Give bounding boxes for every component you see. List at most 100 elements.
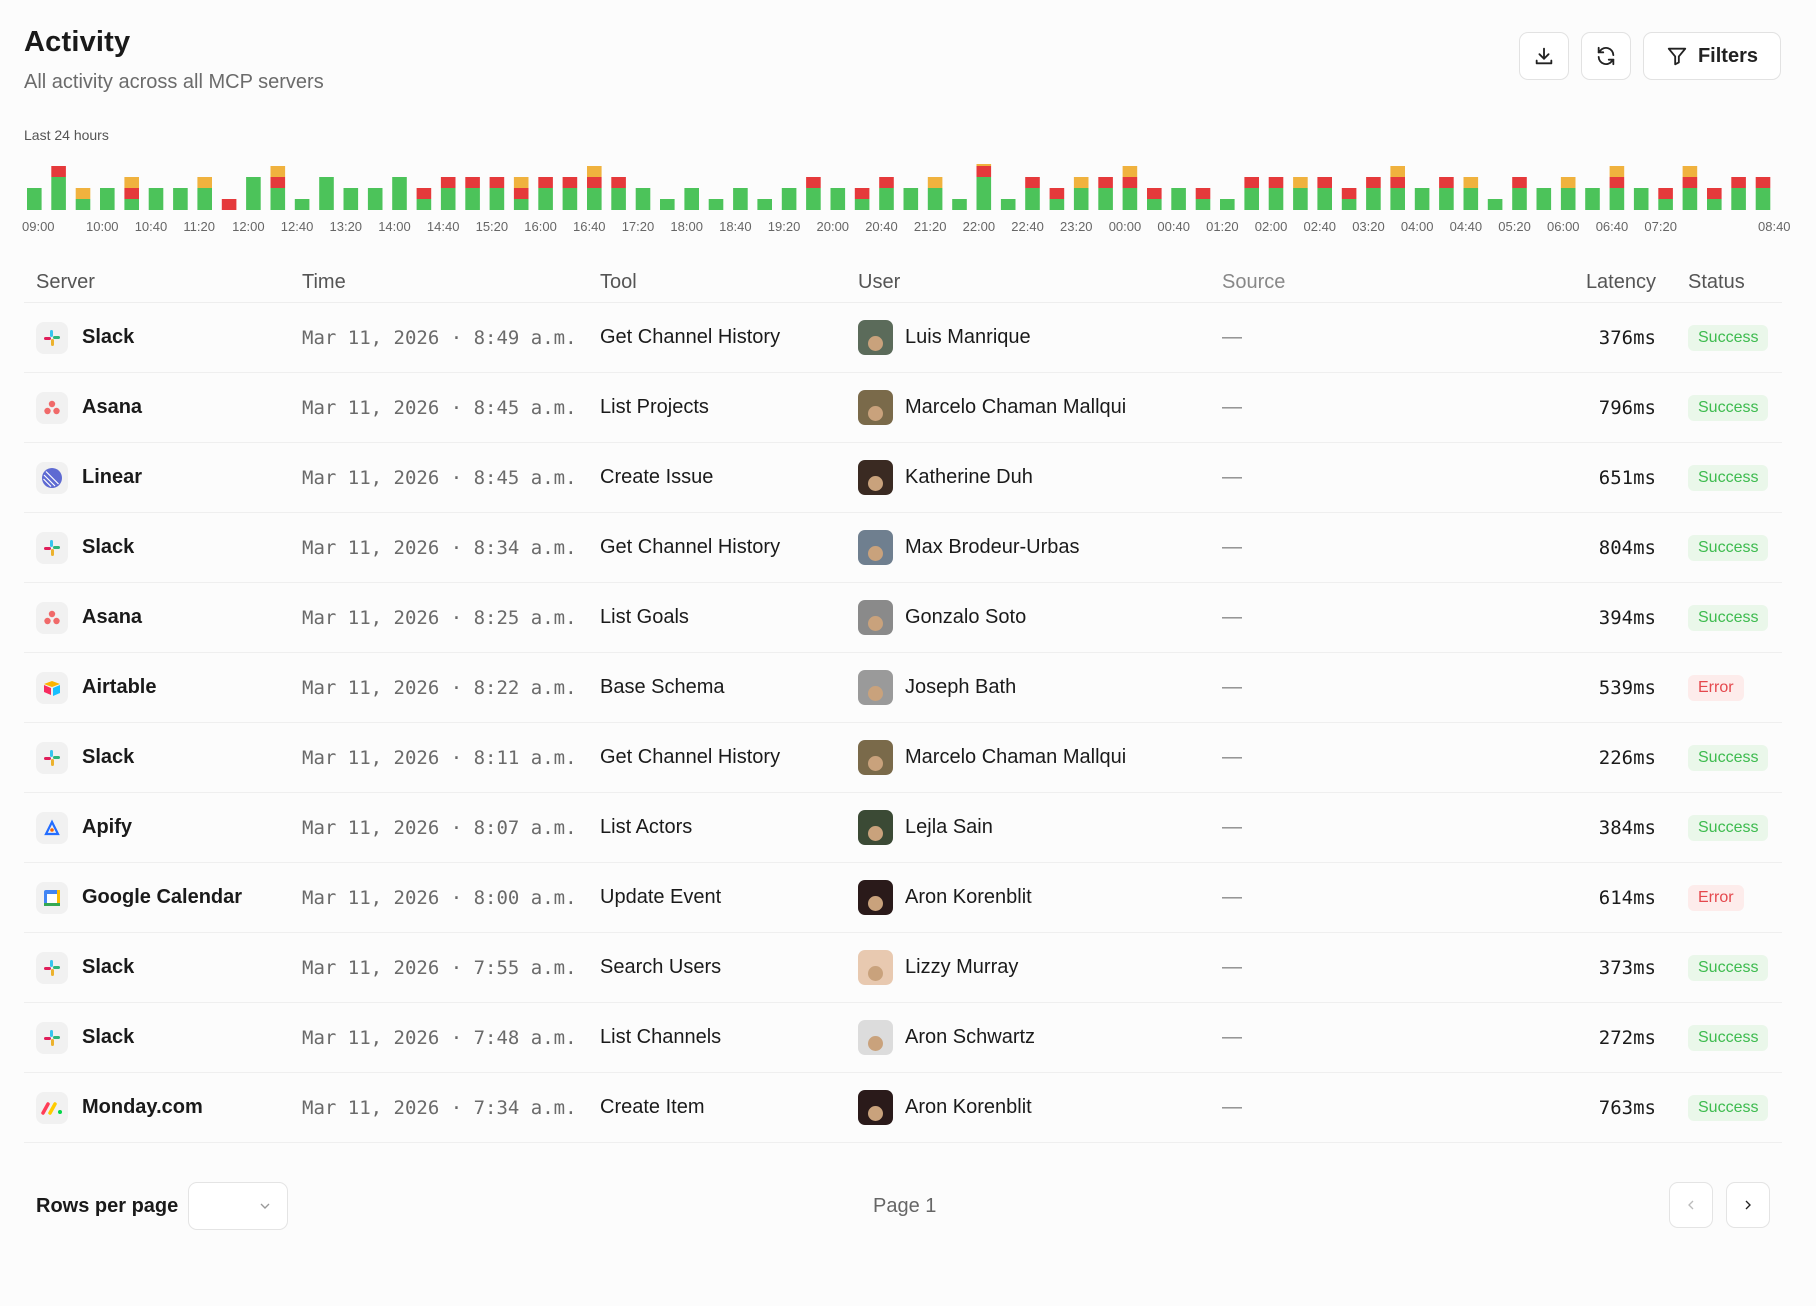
chart-bar-segment-0[interactable]	[343, 188, 359, 210]
chart-bar-segment-0[interactable]	[319, 177, 334, 210]
chart-bar-segment-0[interactable]	[1098, 188, 1113, 210]
table-row[interactable]: Google Calendar Mar 11, 2026 · 8:00 a.m.…	[24, 863, 1782, 933]
chart-bar-segment-1[interactable]	[513, 188, 529, 199]
table-row[interactable]: Monday.com Mar 11, 2026 · 7:34 a.m. Crea…	[24, 1073, 1782, 1143]
chart-bar-segment-0[interactable]	[1366, 188, 1381, 210]
chart-bar-segment-2[interactable]	[1682, 166, 1698, 177]
chart-bar-segment-0[interactable]	[440, 188, 456, 210]
chart-bar-segment-1[interactable]	[1098, 177, 1113, 188]
column-header-status[interactable]: Status	[1668, 271, 1782, 294]
chart-bar-segment-0[interactable]	[1609, 188, 1625, 210]
table-row[interactable]: Slack Mar 11, 2026 · 8:11 a.m. Get Chann…	[24, 723, 1782, 793]
chart-bar-segment-0[interactable]	[465, 188, 480, 210]
chart-bar-segment-0[interactable]	[1268, 188, 1284, 210]
chart-bar-segment-0[interactable]	[1414, 188, 1430, 210]
rows-per-page-select[interactable]	[188, 1182, 288, 1230]
chart-bar-segment-0[interactable]	[976, 177, 992, 210]
chart-bar-segment-0[interactable]	[367, 188, 383, 210]
chart-bar-segment-1[interactable]	[1682, 177, 1698, 188]
download-button[interactable]	[1518, 32, 1569, 80]
chart-bar-segment-0[interactable]	[100, 188, 115, 210]
chart-bar-segment-0[interactable]	[1049, 199, 1065, 210]
chart-bar-segment-1[interactable]	[1268, 177, 1284, 188]
chart-bar-segment-0[interactable]	[903, 188, 919, 210]
chart-bar-segment-0[interactable]	[27, 188, 42, 210]
chart-bar-segment-0[interactable]	[1317, 188, 1332, 210]
chart-bar-segment-0[interactable]	[611, 188, 626, 210]
chart-bar-segment-1[interactable]	[1195, 188, 1211, 199]
chart-bar-segment-1[interactable]	[1755, 177, 1771, 188]
table-row[interactable]: Airtable Mar 11, 2026 · 8:22 a.m. Base S…	[24, 653, 1782, 723]
chart-bar-segment-1[interactable]	[1122, 177, 1138, 188]
chart-bar-segment-1[interactable]	[1049, 188, 1065, 199]
chart-bar-segment-0[interactable]	[660, 199, 675, 210]
chart-bar-segment-0[interactable]	[270, 188, 286, 210]
chart-bar-segment-1[interactable]	[1025, 177, 1040, 188]
chart-bar-segment-0[interactable]	[1536, 188, 1552, 210]
chart-bar-segment-1[interactable]	[879, 177, 894, 188]
chart-bar-segment-1[interactable]	[538, 177, 553, 188]
chart-bar-segment-1[interactable]	[611, 177, 626, 188]
chart-bar-segment-0[interactable]	[124, 199, 139, 210]
chart-bar-segment-1[interactable]	[1512, 177, 1527, 188]
chart-bar-segment-0[interactable]	[1000, 199, 1016, 210]
chart-bar-segment-1[interactable]	[1147, 188, 1162, 199]
chart-bar-segment-0[interactable]	[587, 188, 602, 210]
chart-bar-segment-2[interactable]	[75, 188, 91, 199]
chart-bar-segment-0[interactable]	[1244, 188, 1259, 210]
refresh-button[interactable]	[1580, 32, 1631, 80]
chart-bar-segment-0[interactable]	[1731, 188, 1746, 210]
chart-bar-segment-0[interactable]	[1025, 188, 1040, 210]
chart-bar-segment-0[interactable]	[1658, 199, 1673, 210]
chart-bar-segment-1[interactable]	[1244, 177, 1259, 188]
chart-bar-segment-2[interactable]	[1293, 177, 1308, 188]
chart-bar-segment-1[interactable]	[1707, 188, 1722, 199]
chart-bar-segment-0[interactable]	[197, 188, 212, 210]
chart-bar-segment-2[interactable]	[1122, 166, 1138, 177]
chart-bar-segment-0[interactable]	[1341, 199, 1357, 210]
column-header-time[interactable]: Time	[302, 271, 600, 294]
column-header-tool[interactable]: Tool	[600, 271, 858, 294]
table-row[interactable]: Linear Mar 11, 2026 · 8:45 a.m. Create I…	[24, 443, 1782, 513]
chart-bar-segment-0[interactable]	[489, 188, 505, 210]
chart-bar-segment-0[interactable]	[1293, 188, 1308, 210]
table-row[interactable]: Slack Mar 11, 2026 · 7:55 a.m. Search Us…	[24, 933, 1782, 1003]
chart-bar-segment-1[interactable]	[806, 177, 821, 188]
chart-bar-segment-0[interactable]	[562, 188, 578, 210]
table-row[interactable]: Slack Mar 11, 2026 · 8:34 a.m. Get Chann…	[24, 513, 1782, 583]
table-row[interactable]: Slack Mar 11, 2026 · 7:48 a.m. List Chan…	[24, 1003, 1782, 1073]
chart-bar-segment-1[interactable]	[124, 188, 139, 199]
chart-bar-segment-0[interactable]	[1755, 188, 1771, 210]
chart-bar-segment-2[interactable]	[197, 177, 212, 188]
chart-bar-segment-0[interactable]	[1633, 188, 1649, 210]
chart-bar-segment-0[interactable]	[1682, 188, 1698, 210]
chart-bar-segment-0[interactable]	[1707, 199, 1722, 210]
chart-bar-segment-2[interactable]	[513, 177, 529, 188]
chart-bar-segment-1[interactable]	[489, 177, 505, 188]
chart-bar-segment-0[interactable]	[1195, 199, 1211, 210]
chart-bar-segment-0[interactable]	[806, 188, 821, 210]
chart-bar-segment-1[interactable]	[1341, 188, 1357, 199]
chart-bar-segment-0[interactable]	[1439, 188, 1454, 210]
chart-bar-segment-1[interactable]	[976, 166, 992, 177]
chart-bar-segment-0[interactable]	[952, 199, 967, 210]
chart-bar-segment-0[interactable]	[1147, 199, 1162, 210]
chart-bar-segment-0[interactable]	[684, 188, 699, 210]
chart-bar-segment-0[interactable]	[854, 199, 870, 210]
chart-bar-segment-0[interactable]	[513, 199, 529, 210]
chart-bar-segment-1[interactable]	[1439, 177, 1454, 188]
chart-bar-segment-0[interactable]	[1463, 188, 1479, 210]
chart-bar-segment-2[interactable]	[1609, 166, 1625, 177]
chart-bar-segment-0[interactable]	[830, 188, 846, 210]
column-header-latency[interactable]: Latency	[1422, 271, 1668, 294]
chart-bar-segment-0[interactable]	[173, 188, 188, 210]
chart-bar-segment-0[interactable]	[1220, 199, 1235, 210]
table-row[interactable]: Apify Mar 11, 2026 · 8:07 a.m. List Acto…	[24, 793, 1782, 863]
column-header-server[interactable]: Server	[24, 271, 302, 294]
chart-bar-segment-2[interactable]	[927, 177, 943, 188]
chart-bar-segment-0[interactable]	[148, 188, 164, 210]
table-row[interactable]: Asana Mar 11, 2026 · 8:25 a.m. List Goal…	[24, 583, 1782, 653]
chart-bar-segment-1[interactable]	[562, 177, 578, 188]
chart-bar-segment-1[interactable]	[1609, 177, 1625, 188]
chart-bar-segment-2[interactable]	[976, 164, 992, 166]
